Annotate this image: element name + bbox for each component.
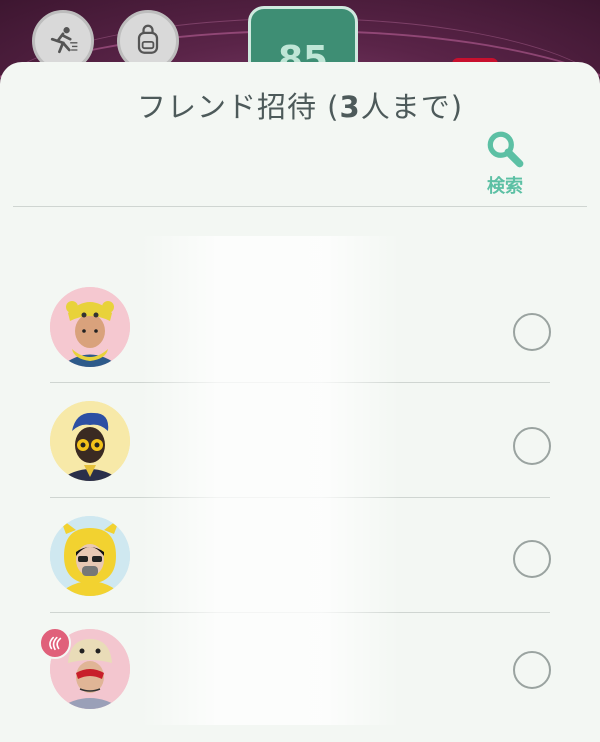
heart-swirl-icon	[49, 636, 62, 651]
select-radio[interactable]	[513, 540, 551, 578]
search-button[interactable]: 検索	[476, 128, 534, 198]
select-radio[interactable]	[513, 651, 551, 689]
search-label: 検索	[487, 176, 523, 197]
header-divider	[13, 206, 587, 207]
select-radio[interactable]	[513, 313, 551, 351]
title-count: 3	[339, 90, 361, 124]
dialog-title: フレンド招待 (3人まで)	[0, 84, 600, 126]
select-radio[interactable]	[513, 427, 551, 465]
friend-avatar	[50, 401, 130, 481]
run-icon	[50, 27, 78, 54]
title-prefix: フレンド招待 (	[136, 90, 340, 124]
friend-avatar	[50, 516, 130, 596]
friend-avatar	[50, 287, 130, 367]
friend-names-blurred	[140, 236, 400, 725]
buddy-badge	[39, 627, 71, 659]
title-suffix: 人まで)	[360, 90, 464, 124]
backpack-icon	[137, 24, 159, 54]
search-icon	[487, 131, 524, 168]
